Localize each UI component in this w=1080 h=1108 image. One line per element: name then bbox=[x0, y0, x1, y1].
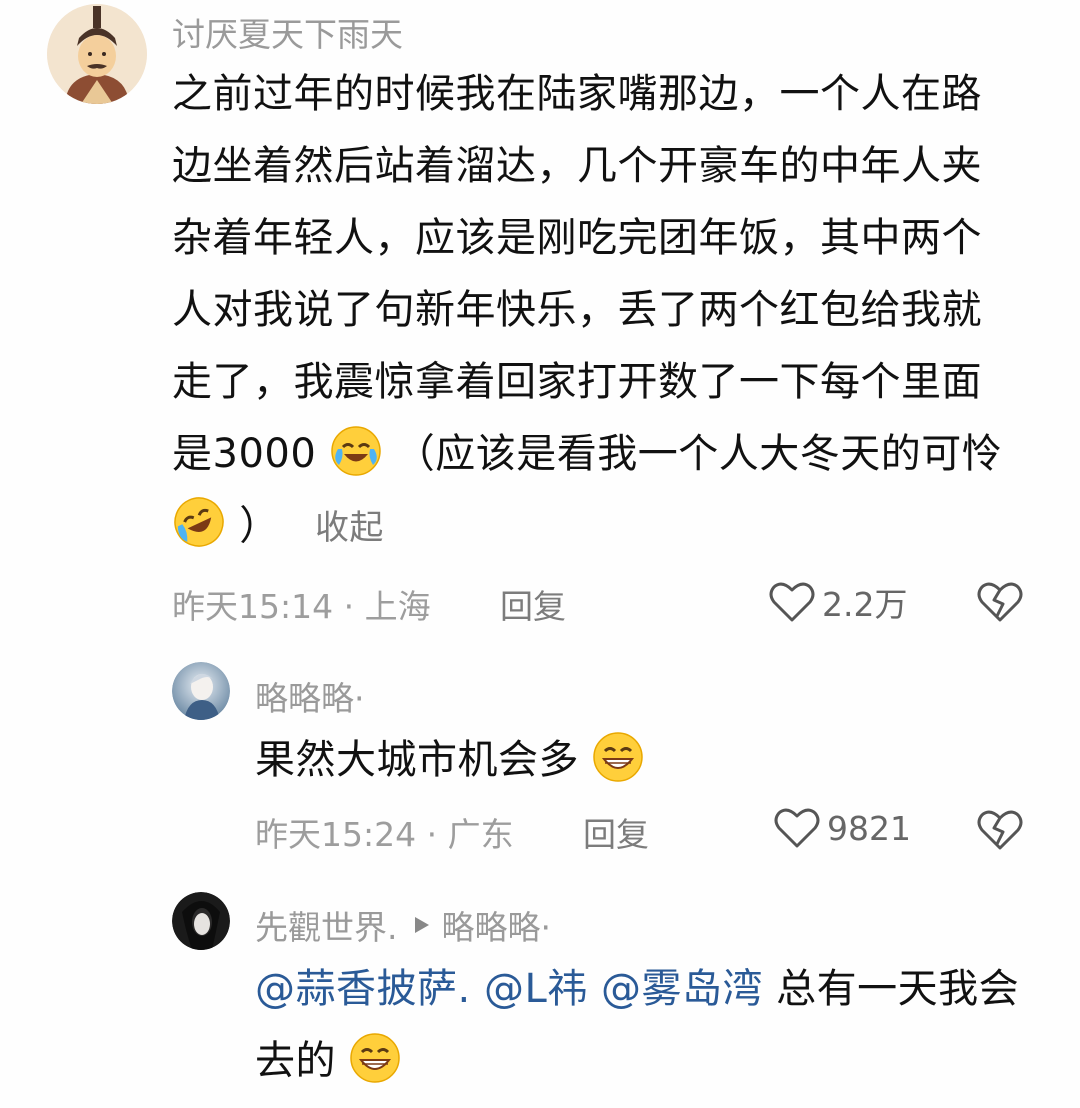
play-triangle-icon bbox=[414, 916, 430, 934]
reply-target[interactable]: 略略略· bbox=[442, 901, 552, 949]
comment-line: 去的 bbox=[255, 1025, 1055, 1097]
like-count: 9821 bbox=[827, 808, 911, 848]
heart-outline-icon bbox=[773, 806, 821, 850]
broken-heart-icon[interactable] bbox=[976, 580, 1024, 624]
comment-line: 边坐着然后站着溜达，几个开豪车的中年人夹 bbox=[172, 143, 982, 189]
heart-outline-icon bbox=[768, 580, 816, 624]
avatar[interactable] bbox=[172, 892, 230, 950]
comment-text: 去的 bbox=[255, 1038, 336, 1084]
comment-line: 走了，我震惊拿着回家打开数了一下每个里面 bbox=[172, 359, 982, 405]
crying-laughing-emoji bbox=[330, 425, 382, 477]
like-button[interactable]: 9821 bbox=[773, 806, 911, 850]
broken-heart-icon[interactable] bbox=[976, 808, 1024, 852]
comment-body: @蒜香披萨. @L祎 @雾岛湾 总有一天我会 去的 bbox=[255, 953, 1055, 1097]
avatar[interactable] bbox=[47, 4, 147, 104]
comment-body: 果然大城市机会多 bbox=[255, 724, 644, 796]
comment-line-segment: ） bbox=[239, 503, 280, 549]
grinning-squint-emoji bbox=[592, 731, 644, 783]
mention-link[interactable]: @L祎 bbox=[484, 966, 588, 1012]
comment-line: 人对我说了句新年快乐，丢了两个红包给我就 bbox=[172, 287, 982, 333]
reply-button[interactable]: 回复 bbox=[583, 808, 649, 856]
collapse-link[interactable]: 收起 bbox=[315, 508, 384, 548]
mention-link[interactable]: @雾岛湾 bbox=[601, 966, 763, 1012]
comment-line-segment: （应该是看我一个人大冬天的可怜 bbox=[394, 431, 1003, 477]
comment-body: 之前过年的时候我在陆家嘴那边，一个人在路 边坐着然后站着溜达，几个开豪车的中年人… bbox=[172, 58, 1052, 564]
like-button[interactable]: 2.2万 bbox=[768, 578, 907, 626]
comment-author[interactable]: 略略略· bbox=[255, 672, 365, 720]
comment-line: @蒜香披萨. @L祎 @雾岛湾 总有一天我会 bbox=[255, 953, 1055, 1025]
mention-link[interactable]: @蒜香披萨. bbox=[255, 966, 471, 1012]
rolling-laughing-emoji bbox=[172, 495, 226, 549]
comment-author[interactable]: 讨厌夏天下雨天 bbox=[172, 8, 403, 56]
comment-meta: 昨天15:14 · 上海 bbox=[172, 587, 431, 626]
comment-line: 杂着年轻人，应该是刚吃完团年饭，其中两个 bbox=[172, 215, 982, 261]
comment-text: 总有一天我会 bbox=[776, 966, 1020, 1012]
like-count: 2.2万 bbox=[822, 585, 908, 624]
reply-header: 先觀世界. 略略略· bbox=[255, 901, 551, 949]
comment-line-segment: 是3000 bbox=[172, 431, 317, 477]
comment-line: 是3000 （应该是看我一个人大冬天的可怜 bbox=[172, 418, 1052, 490]
comment-line: ） 收起 bbox=[172, 490, 1052, 564]
avatar[interactable] bbox=[172, 662, 230, 720]
comment-line: 之前过年的时候我在陆家嘴那边，一个人在路 bbox=[172, 71, 982, 117]
comment-author[interactable]: 先觀世界. bbox=[255, 901, 398, 949]
reply-button[interactable]: 回复 bbox=[500, 580, 566, 628]
comment-meta: 昨天15:24 · 广东 bbox=[255, 815, 514, 854]
grinning-squint-emoji bbox=[349, 1032, 401, 1084]
comment-text: 果然大城市机会多 bbox=[255, 737, 579, 783]
